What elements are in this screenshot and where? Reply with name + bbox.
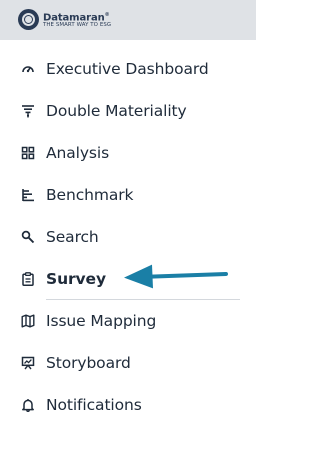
sidebar-item-label: Double Materiality [46,102,187,120]
search-icon [20,229,36,245]
sidebar-item-issue-mapping[interactable]: Issue Mapping [0,300,256,342]
sidebar-item-notifications[interactable]: Notifications [0,384,256,426]
sidebar-item-label: Notifications [46,396,142,414]
sidebar-item-executive-dashboard[interactable]: Executive Dashboard [0,48,256,90]
sidebar-item-label: Issue Mapping [46,312,157,330]
annotation-arrow-icon [124,264,228,289]
brand-tagline: THE SMART WAY TO ESG [43,22,112,28]
bell-icon [20,397,36,413]
grid-icon [20,145,36,161]
sidebar-item-search[interactable]: Search [0,216,256,258]
presentation-icon [20,355,36,371]
registered-mark: ® [104,12,110,18]
gauge-icon [20,61,36,77]
datamaran-logo[interactable]: Datamaran® THE SMART WAY TO ESG [18,9,158,33]
sidebar-nav: Executive Dashboard Double Materiality A… [0,48,256,426]
sidebar-item-label: Benchmark [46,186,134,204]
sidebar-item-label: Storyboard [46,354,131,372]
sidebar-item-benchmark[interactable]: Benchmark [0,174,256,216]
sidebar-item-analysis[interactable]: Analysis [0,132,256,174]
sidebar-item-label: Executive Dashboard [46,60,209,78]
sidebar-item-storyboard[interactable]: Storyboard [0,342,256,384]
clipboard-icon [20,271,36,287]
bar-chart-icon [20,187,36,203]
filter-bars-icon [20,103,36,119]
sidebar-item-label: Analysis [46,144,110,162]
logo-mark-icon [18,9,39,30]
map-icon [20,313,36,329]
sidebar-item-double-materiality[interactable]: Double Materiality [0,90,256,132]
sidebar-item-label: Survey [46,270,106,288]
brand-header: Datamaran® THE SMART WAY TO ESG [0,0,256,40]
sidebar-item-label: Search [46,228,99,246]
sidebar: Datamaran® THE SMART WAY TO ESG Executiv… [0,0,256,460]
